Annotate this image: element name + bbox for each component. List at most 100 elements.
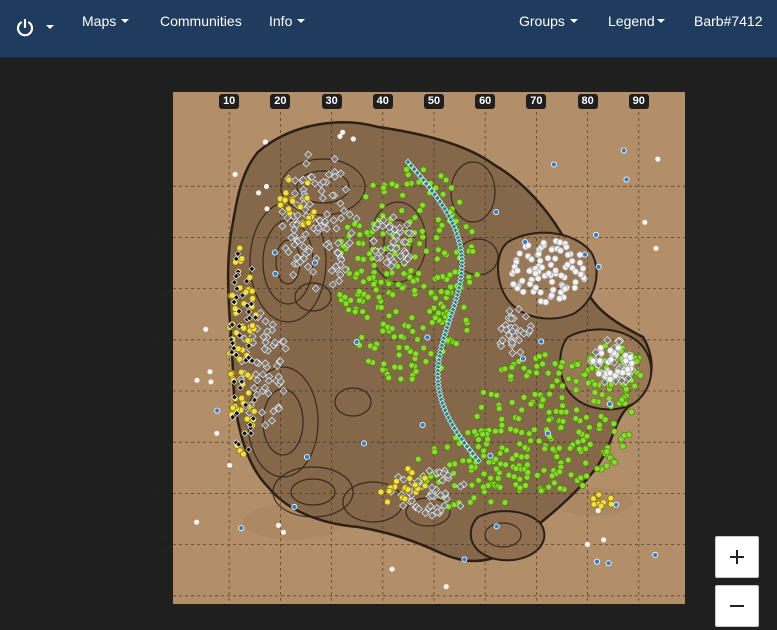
white-resource-marker[interactable]	[538, 263, 546, 271]
green-resource-marker[interactable]	[380, 184, 387, 192]
white-resource-marker[interactable]	[280, 529, 286, 535]
green-resource-marker[interactable]	[369, 181, 377, 189]
green-resource-marker[interactable]	[422, 247, 430, 255]
yellow-resource-marker[interactable]	[238, 394, 245, 402]
white-resource-marker[interactable]	[597, 344, 605, 352]
green-resource-marker[interactable]	[391, 363, 399, 371]
white-resource-marker[interactable]	[564, 251, 572, 259]
green-resource-marker[interactable]	[418, 227, 426, 235]
yellow-resource-marker[interactable]	[243, 415, 251, 423]
blue-resource-marker[interactable]	[461, 556, 468, 563]
white-resource-marker[interactable]	[589, 357, 597, 365]
green-resource-marker[interactable]	[496, 483, 504, 491]
white-resource-marker[interactable]	[562, 243, 570, 251]
white-resource-marker[interactable]	[208, 379, 214, 385]
green-resource-marker[interactable]	[473, 271, 481, 279]
green-resource-marker[interactable]	[427, 289, 435, 296]
green-resource-marker[interactable]	[354, 254, 362, 262]
nav-legend[interactable]: Legend	[608, 0, 665, 42]
blue-resource-marker[interactable]	[606, 401, 613, 408]
green-resource-marker[interactable]	[572, 415, 580, 422]
green-resource-marker[interactable]	[572, 377, 580, 385]
yellow-resource-marker[interactable]	[238, 368, 245, 376]
white-resource-marker[interactable]	[576, 259, 584, 267]
green-resource-marker[interactable]	[590, 397, 598, 405]
blue-resource-marker[interactable]	[522, 239, 529, 246]
green-resource-marker[interactable]	[359, 278, 367, 286]
green-resource-marker[interactable]	[435, 226, 443, 234]
green-resource-marker[interactable]	[416, 207, 424, 214]
green-resource-marker[interactable]	[498, 421, 506, 429]
green-resource-marker[interactable]	[572, 386, 580, 394]
blue-resource-marker[interactable]	[592, 231, 599, 238]
green-resource-marker[interactable]	[459, 457, 467, 465]
green-resource-marker[interactable]	[539, 396, 547, 404]
white-resource-marker[interactable]	[516, 250, 524, 257]
green-resource-marker[interactable]	[573, 406, 581, 414]
yellow-resource-marker[interactable]	[384, 498, 391, 506]
green-resource-marker[interactable]	[395, 351, 403, 359]
green-resource-marker[interactable]	[553, 377, 561, 385]
green-resource-marker[interactable]	[478, 403, 485, 411]
green-resource-marker[interactable]	[456, 198, 464, 206]
green-resource-marker[interactable]	[507, 372, 515, 380]
yellow-resource-marker[interactable]	[408, 469, 416, 477]
green-resource-marker[interactable]	[419, 233, 427, 241]
white-resource-marker[interactable]	[227, 462, 233, 468]
yellow-resource-marker[interactable]	[249, 322, 256, 330]
white-resource-marker[interactable]	[595, 370, 603, 378]
yellow-resource-marker[interactable]	[277, 201, 284, 209]
yellow-resource-marker[interactable]	[238, 255, 246, 263]
green-resource-marker[interactable]	[409, 327, 417, 335]
green-resource-marker[interactable]	[564, 456, 572, 464]
green-resource-marker[interactable]	[351, 308, 359, 316]
white-resource-marker[interactable]	[614, 344, 622, 352]
blue-resource-marker[interactable]	[214, 407, 221, 414]
blue-resource-marker[interactable]	[271, 249, 278, 256]
green-resource-marker[interactable]	[462, 223, 470, 231]
green-resource-marker[interactable]	[498, 415, 506, 423]
green-resource-marker[interactable]	[400, 270, 408, 278]
green-resource-marker[interactable]	[479, 430, 487, 438]
green-resource-marker[interactable]	[447, 283, 455, 291]
green-resource-marker[interactable]	[523, 461, 531, 469]
green-resource-marker[interactable]	[537, 487, 545, 495]
green-resource-marker[interactable]	[392, 308, 400, 316]
white-resource-marker[interactable]	[655, 156, 661, 162]
green-resource-marker[interactable]	[431, 314, 439, 322]
green-resource-marker[interactable]	[575, 428, 583, 436]
white-resource-marker[interactable]	[262, 139, 268, 145]
green-resource-marker[interactable]	[555, 444, 563, 452]
blue-resource-marker[interactable]	[623, 176, 630, 183]
white-resource-marker[interactable]	[519, 288, 527, 296]
yellow-resource-marker[interactable]	[285, 176, 293, 184]
green-resource-marker[interactable]	[558, 382, 566, 390]
green-resource-marker[interactable]	[556, 468, 564, 476]
green-resource-marker[interactable]	[359, 308, 367, 316]
green-resource-marker[interactable]	[443, 289, 451, 296]
white-resource-marker[interactable]	[540, 239, 548, 247]
blue-resource-marker[interactable]	[424, 334, 431, 341]
green-resource-marker[interactable]	[515, 415, 523, 423]
map-graphic[interactable]	[173, 92, 685, 604]
green-resource-marker[interactable]	[370, 261, 378, 269]
green-resource-marker[interactable]	[383, 270, 391, 278]
green-resource-marker[interactable]	[533, 369, 540, 377]
blue-resource-marker[interactable]	[538, 338, 545, 345]
green-resource-marker[interactable]	[355, 239, 363, 247]
green-resource-marker[interactable]	[403, 166, 410, 173]
nav-user[interactable]: Barb#7412	[694, 0, 763, 42]
yellow-resource-marker[interactable]	[282, 189, 290, 197]
nav-info[interactable]: Info	[269, 0, 306, 42]
green-resource-marker[interactable]	[465, 457, 473, 465]
green-resource-marker[interactable]	[574, 361, 581, 368]
white-resource-marker[interactable]	[607, 356, 615, 364]
green-resource-marker[interactable]	[378, 202, 386, 210]
blue-resource-marker[interactable]	[595, 263, 602, 270]
yellow-resource-marker[interactable]	[421, 482, 429, 490]
white-resource-marker[interactable]	[542, 298, 550, 306]
green-resource-marker[interactable]	[501, 365, 509, 373]
green-resource-marker[interactable]	[355, 297, 363, 304]
yellow-resource-marker[interactable]	[393, 477, 400, 485]
green-resource-marker[interactable]	[557, 363, 565, 371]
